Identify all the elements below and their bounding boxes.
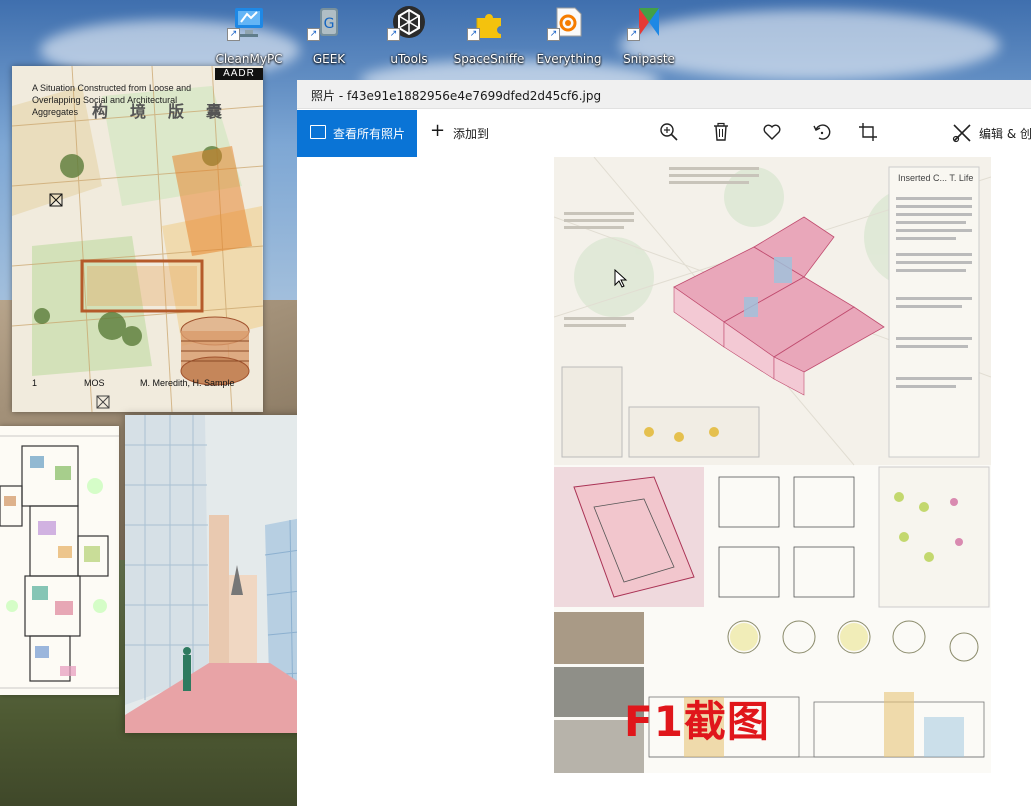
author-right: M. Meredith, H. Sample [140,378,235,388]
screenshot-hotkey-overlay: F1截图 [624,697,770,746]
rotate-icon[interactable] [811,121,833,143]
poster-drawing [554,157,991,773]
publisher-badge: AADR [215,68,263,80]
shortcut-arrow-icon: ↗ [547,28,560,41]
volume-number: 1 [32,378,38,388]
crop-icon[interactable] [857,121,879,143]
poster-title: Inserted C... T. Life [898,173,974,183]
add-to-label: 添加到 [453,127,490,141]
desktop-icon-everything[interactable]: ↗ Everything [531,2,607,68]
desktop-icon-label: SpaceSniffe [453,52,525,66]
desktop-icon-label: GEEK [312,52,346,66]
desktop-icon-label: Everything [536,52,602,66]
desktop-icon-geek[interactable]: G ↗ GEEK [291,2,367,68]
desktop-icon-label: CleanMyPC [215,52,283,66]
author-left: MOS [84,378,105,388]
title-bar[interactable]: 照片 - f43e91e1882956e4e7699dfed2d45cf6.jp… [297,80,1031,109]
photo-gallery-icon [310,125,326,139]
toolbar: 查看所有照片 + 添加到 编辑 & 创 [297,109,1031,157]
window-title: 照片 - f43e91e1882956e4e7699dfed2d45cf6.jp… [311,89,602,103]
book-cover-image[interactable]: AADR A Situation Constructed from Loose … [12,66,263,412]
book-credits: 1 MOS M. Meredith, H. Sample [12,378,263,392]
desktop-icon-spacesniffer[interactable]: ↗ SpaceSniffe [451,2,527,68]
desktop-icon-label: uTools [390,52,428,66]
see-all-photos-label: 查看所有照片 [333,127,406,141]
edit-tools-icon [952,124,971,143]
desktop-icon-utools[interactable]: ↗ uTools [371,2,447,68]
favorite-heart-icon[interactable] [761,121,783,143]
floor-plan-drawing [0,426,119,695]
desktop-icon-label: Snipaste [623,52,675,66]
shortcut-arrow-icon: ↗ [467,28,480,41]
desktop-icon-cleanmypc[interactable]: ↗ CleanMyPC [211,2,287,68]
book-title-chars: 构境版囊 [92,102,245,121]
desktop-icon-snipaste[interactable]: ↗ Snipaste [611,2,687,68]
shortcut-arrow-icon: ↗ [387,28,400,41]
plus-icon: + [430,120,446,141]
svg-text:G: G [324,16,335,32]
mouse-cursor-icon [614,269,628,288]
see-all-photos-button[interactable]: 查看所有照片 [297,110,417,157]
edit-create-label: 编辑 & 创 [979,127,1031,141]
delete-icon[interactable] [710,121,732,143]
zoom-in-icon[interactable] [658,121,680,143]
floor-plan-image[interactable] [0,426,119,695]
shortcut-arrow-icon: ↗ [227,28,240,41]
architecture-poster-image[interactable]: Inserted C... T. Life [554,157,991,773]
shortcut-arrow-icon: ↗ [307,28,320,41]
shortcut-arrow-icon: ↗ [627,28,640,41]
